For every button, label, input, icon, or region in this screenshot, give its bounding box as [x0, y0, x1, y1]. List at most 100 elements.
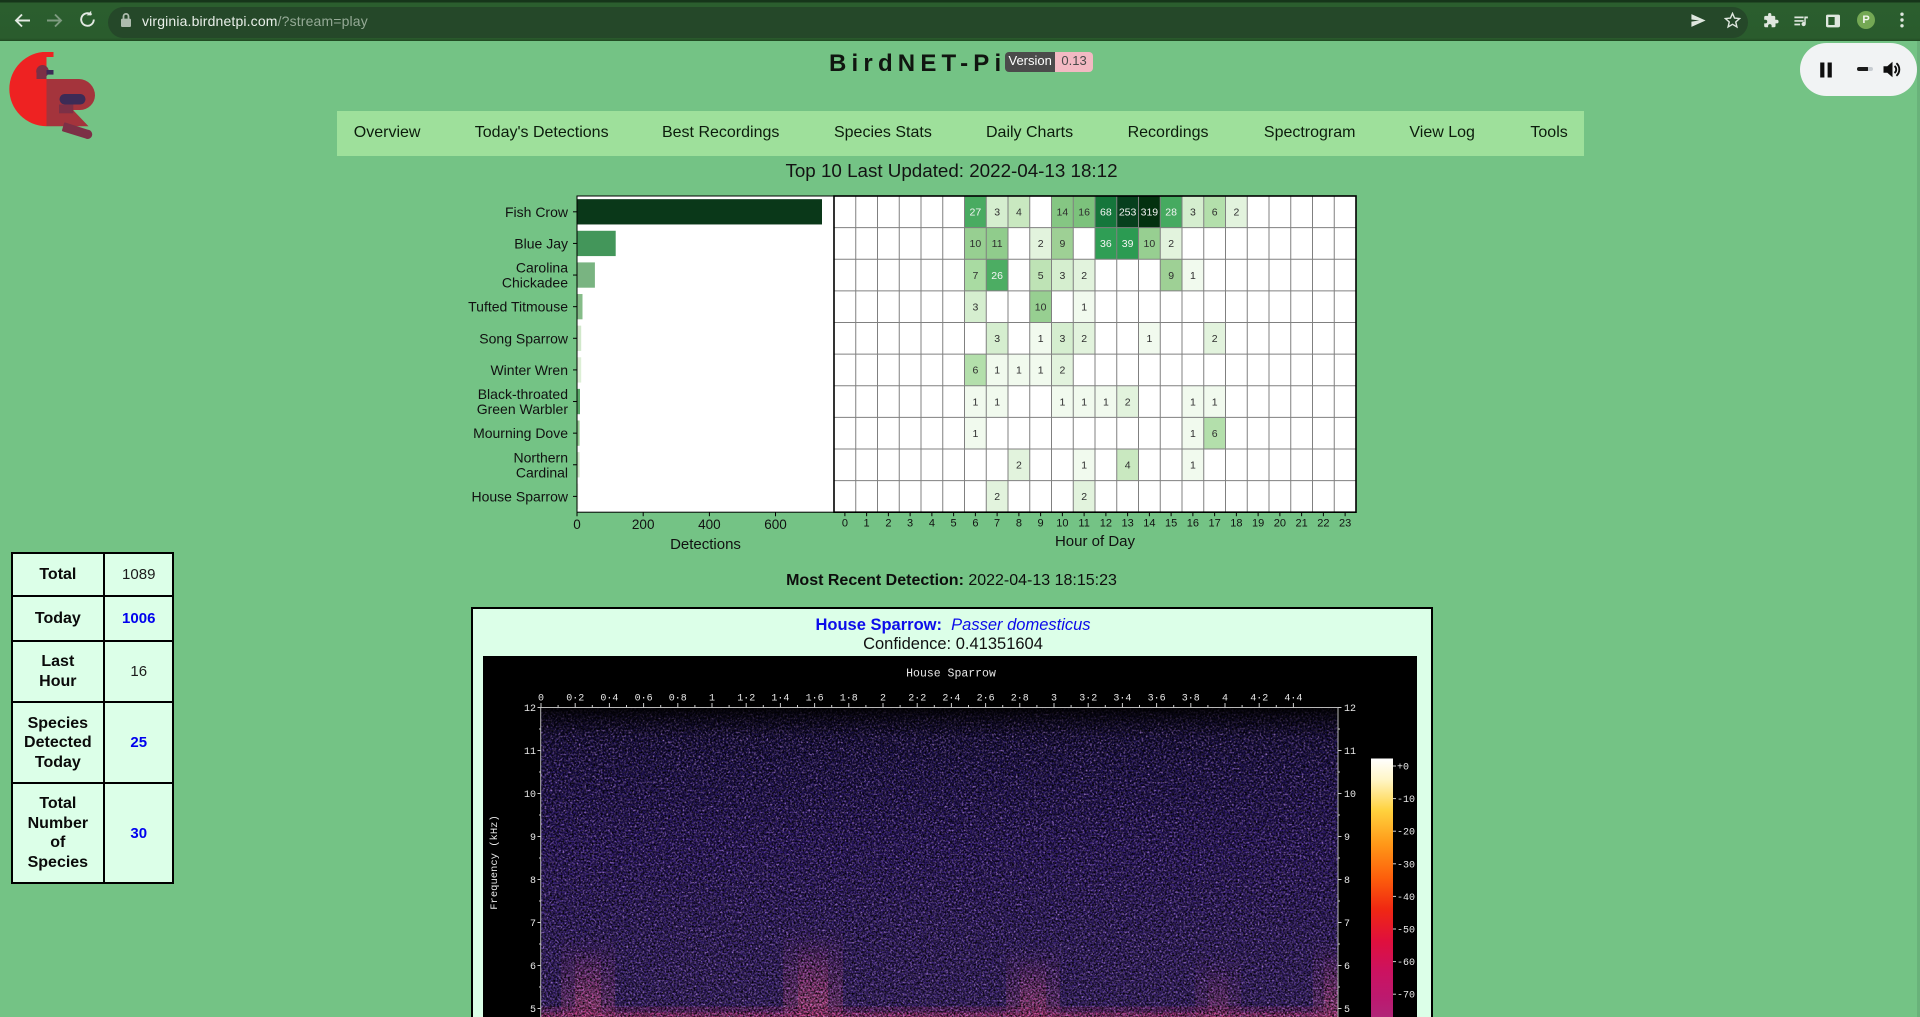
svg-text:9: 9: [1168, 270, 1174, 282]
svg-text:Cardinal: Cardinal: [516, 464, 568, 480]
svg-text:0·6: 0·6: [635, 693, 653, 704]
svg-text:11: 11: [1344, 747, 1356, 758]
svg-text:Blue Jay: Blue Jay: [514, 235, 568, 251]
svg-text:2: 2: [1081, 491, 1087, 503]
svg-text:1: 1: [1190, 396, 1196, 408]
svg-text:13: 13: [1121, 518, 1133, 530]
svg-text:4·4: 4·4: [1284, 693, 1302, 704]
svg-text:1·6: 1·6: [806, 693, 824, 704]
svg-text:18: 18: [1230, 518, 1242, 530]
svg-text:2: 2: [1038, 238, 1044, 250]
svg-text:1: 1: [1081, 460, 1087, 472]
svg-text:1: 1: [972, 396, 978, 408]
svg-text:0: 0: [573, 517, 581, 532]
svg-text:2: 2: [1059, 365, 1065, 377]
svg-text:Frequency (kHz): Frequency (kHz): [489, 815, 501, 910]
svg-text:Song Sparrow: Song Sparrow: [479, 330, 569, 346]
svg-text:0·4: 0·4: [600, 693, 618, 704]
svg-text:2: 2: [994, 491, 1000, 503]
svg-text:39: 39: [1122, 238, 1134, 250]
svg-text:-10: -10: [1397, 795, 1415, 806]
svg-text:3·2: 3·2: [1079, 693, 1097, 704]
svg-text:9: 9: [1344, 833, 1350, 844]
svg-text:7: 7: [1344, 919, 1350, 930]
svg-text:8: 8: [530, 876, 536, 887]
svg-text:1·8: 1·8: [840, 693, 858, 704]
svg-text:1: 1: [1190, 270, 1196, 282]
svg-text:11: 11: [524, 747, 536, 758]
svg-text:10: 10: [1035, 301, 1047, 313]
svg-text:6: 6: [1212, 428, 1218, 440]
svg-text:2·8: 2·8: [1011, 693, 1029, 704]
svg-text:15: 15: [1165, 518, 1177, 530]
svg-text:Tufted Titmouse: Tufted Titmouse: [468, 299, 568, 315]
svg-text:-30: -30: [1397, 860, 1415, 871]
svg-text:1: 1: [994, 396, 1000, 408]
svg-text:19: 19: [1252, 518, 1264, 530]
svg-text:Winter Wren: Winter Wren: [490, 362, 568, 378]
svg-text:House Sparrow: House Sparrow: [906, 667, 996, 680]
svg-text:0: 0: [538, 693, 544, 704]
svg-text:16: 16: [1187, 518, 1199, 530]
svg-text:-20: -20: [1397, 827, 1415, 838]
svg-text:200: 200: [632, 517, 655, 532]
svg-text:600: 600: [764, 517, 787, 532]
svg-text:4: 4: [1016, 207, 1022, 219]
svg-text:3: 3: [1051, 693, 1057, 704]
svg-text:1: 1: [972, 428, 978, 440]
svg-text:3·8: 3·8: [1182, 693, 1200, 704]
svg-text:22: 22: [1317, 518, 1329, 530]
svg-text:8: 8: [1016, 518, 1022, 530]
svg-text:2: 2: [1016, 460, 1022, 472]
svg-text:3: 3: [1190, 207, 1196, 219]
svg-text:12: 12: [524, 704, 536, 715]
svg-text:10: 10: [1344, 790, 1356, 801]
svg-text:0: 0: [842, 518, 848, 530]
svg-text:11: 11: [1078, 518, 1089, 530]
svg-text:7: 7: [972, 270, 978, 282]
svg-text:1: 1: [1103, 396, 1109, 408]
svg-text:10: 10: [1056, 518, 1068, 530]
svg-text:6: 6: [1344, 962, 1350, 973]
svg-text:Detections: Detections: [670, 536, 741, 553]
svg-text:5: 5: [1038, 270, 1044, 282]
svg-text:Hour of Day: Hour of Day: [1055, 533, 1136, 550]
svg-text:+0: +0: [1397, 762, 1409, 773]
svg-text:-50: -50: [1397, 925, 1415, 936]
svg-text:16: 16: [1078, 207, 1090, 219]
svg-text:3: 3: [994, 207, 1000, 219]
svg-text:23: 23: [1339, 518, 1351, 530]
svg-text:11: 11: [992, 238, 1003, 250]
svg-text:3: 3: [1059, 270, 1065, 282]
svg-text:2·4: 2·4: [942, 693, 960, 704]
svg-text:4·2: 4·2: [1250, 693, 1268, 704]
svg-text:4: 4: [1222, 693, 1228, 704]
svg-text:2·6: 2·6: [977, 693, 995, 704]
svg-text:9: 9: [1059, 238, 1065, 250]
svg-text:1: 1: [994, 365, 1000, 377]
svg-text:3: 3: [1059, 333, 1065, 345]
svg-text:5: 5: [951, 518, 957, 530]
svg-text:12: 12: [1100, 518, 1112, 530]
svg-text:Carolina: Carolina: [516, 260, 568, 276]
svg-text:1: 1: [1081, 301, 1087, 313]
svg-text:Green Warbler: Green Warbler: [477, 401, 569, 417]
svg-text:1·4: 1·4: [771, 693, 789, 704]
svg-text:1: 1: [1059, 396, 1065, 408]
svg-text:2: 2: [1168, 238, 1174, 250]
svg-text:1: 1: [1038, 333, 1044, 345]
svg-text:2: 2: [1212, 333, 1218, 345]
svg-text:5: 5: [530, 1005, 536, 1016]
svg-text:12: 12: [1344, 704, 1356, 715]
svg-text:-60: -60: [1397, 958, 1415, 969]
svg-text:10: 10: [970, 238, 982, 250]
svg-text:2: 2: [880, 693, 886, 704]
svg-text:7: 7: [530, 919, 536, 930]
svg-text:9: 9: [530, 833, 536, 844]
svg-text:2: 2: [1081, 270, 1087, 282]
svg-text:2: 2: [885, 518, 891, 530]
svg-text:14: 14: [1057, 207, 1069, 219]
svg-text:5: 5: [1344, 1005, 1350, 1016]
svg-text:1: 1: [1212, 396, 1218, 408]
svg-text:2·2: 2·2: [908, 693, 926, 704]
